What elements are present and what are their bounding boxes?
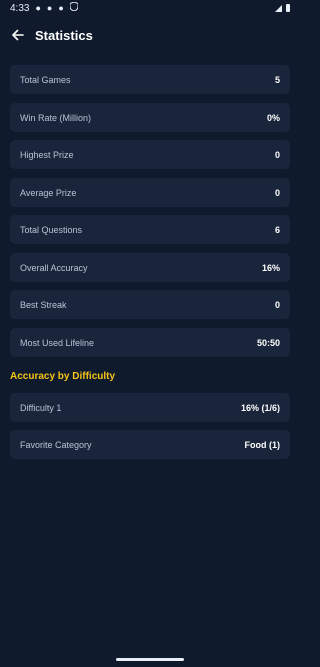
app-bar: Statistics: [0, 22, 300, 48]
arrow-left-icon[interactable]: [10, 27, 26, 43]
section-heading-accuracy: Accuracy by Difficulty: [10, 371, 116, 382]
stat-card-difficulty-1: Difficulty 1 16% (1/6): [10, 393, 290, 422]
stat-card-win-rate: Win Rate (Million) 0%: [10, 103, 290, 132]
page-title: Statistics: [35, 27, 93, 43]
stat-label: Average Prize: [20, 187, 77, 198]
stat-label: Difficulty 1: [20, 402, 62, 413]
status-time: 4:33: [10, 2, 30, 14]
stat-value: 5: [274, 74, 280, 85]
stat-card-overall-accuracy: Overall Accuracy 16%: [10, 253, 290, 282]
gesture-nav-handle[interactable]: [116, 658, 184, 661]
status-bar: 4:33 ● ● ●: [0, 0, 300, 16]
stat-value: 0%: [266, 112, 280, 123]
stat-label: Total Questions: [20, 224, 83, 235]
stat-label: Overall Accuracy: [20, 262, 88, 273]
stat-card-most-used-lifeline: Most Used Lifeline 50:50: [10, 328, 290, 357]
notification-dot-icon: ●: [35, 2, 41, 13]
stat-card-favorite-category: Favorite Category Food (1): [10, 430, 290, 459]
stat-value: 6: [274, 224, 280, 235]
signal-icon: [275, 4, 282, 12]
stat-value: 0: [274, 299, 280, 310]
stat-label: Highest Prize: [20, 149, 74, 160]
battery-icon: [286, 4, 290, 12]
stat-value: 0: [274, 187, 280, 198]
stat-value: 16% (1/6): [240, 402, 280, 413]
stat-value: 16%: [261, 262, 280, 273]
stat-card-total-questions: Total Questions 6: [10, 215, 290, 244]
stat-value: 50:50: [256, 337, 280, 348]
shield-icon: [69, 1, 79, 14]
stat-card-total-games: Total Games 5: [10, 65, 290, 94]
status-right: [275, 4, 290, 12]
stat-card-best-streak: Best Streak 0: [10, 290, 290, 319]
stat-label: Most Used Lifeline: [20, 337, 95, 348]
stat-label: Total Games: [20, 74, 71, 85]
status-left: 4:33 ● ● ●: [10, 1, 79, 14]
stat-value: Food (1): [244, 439, 281, 450]
notification-dot-icon: ●: [58, 2, 64, 13]
stat-label: Win Rate (Million): [20, 112, 92, 123]
notification-dot-icon: ●: [46, 2, 53, 13]
stat-value: 0: [274, 149, 280, 160]
stat-label: Best Streak: [20, 299, 67, 310]
stat-card-highest-prize: Highest Prize 0: [10, 140, 290, 169]
stat-label: Favorite Category: [20, 439, 92, 450]
stat-card-average-prize: Average Prize 0: [10, 178, 290, 207]
